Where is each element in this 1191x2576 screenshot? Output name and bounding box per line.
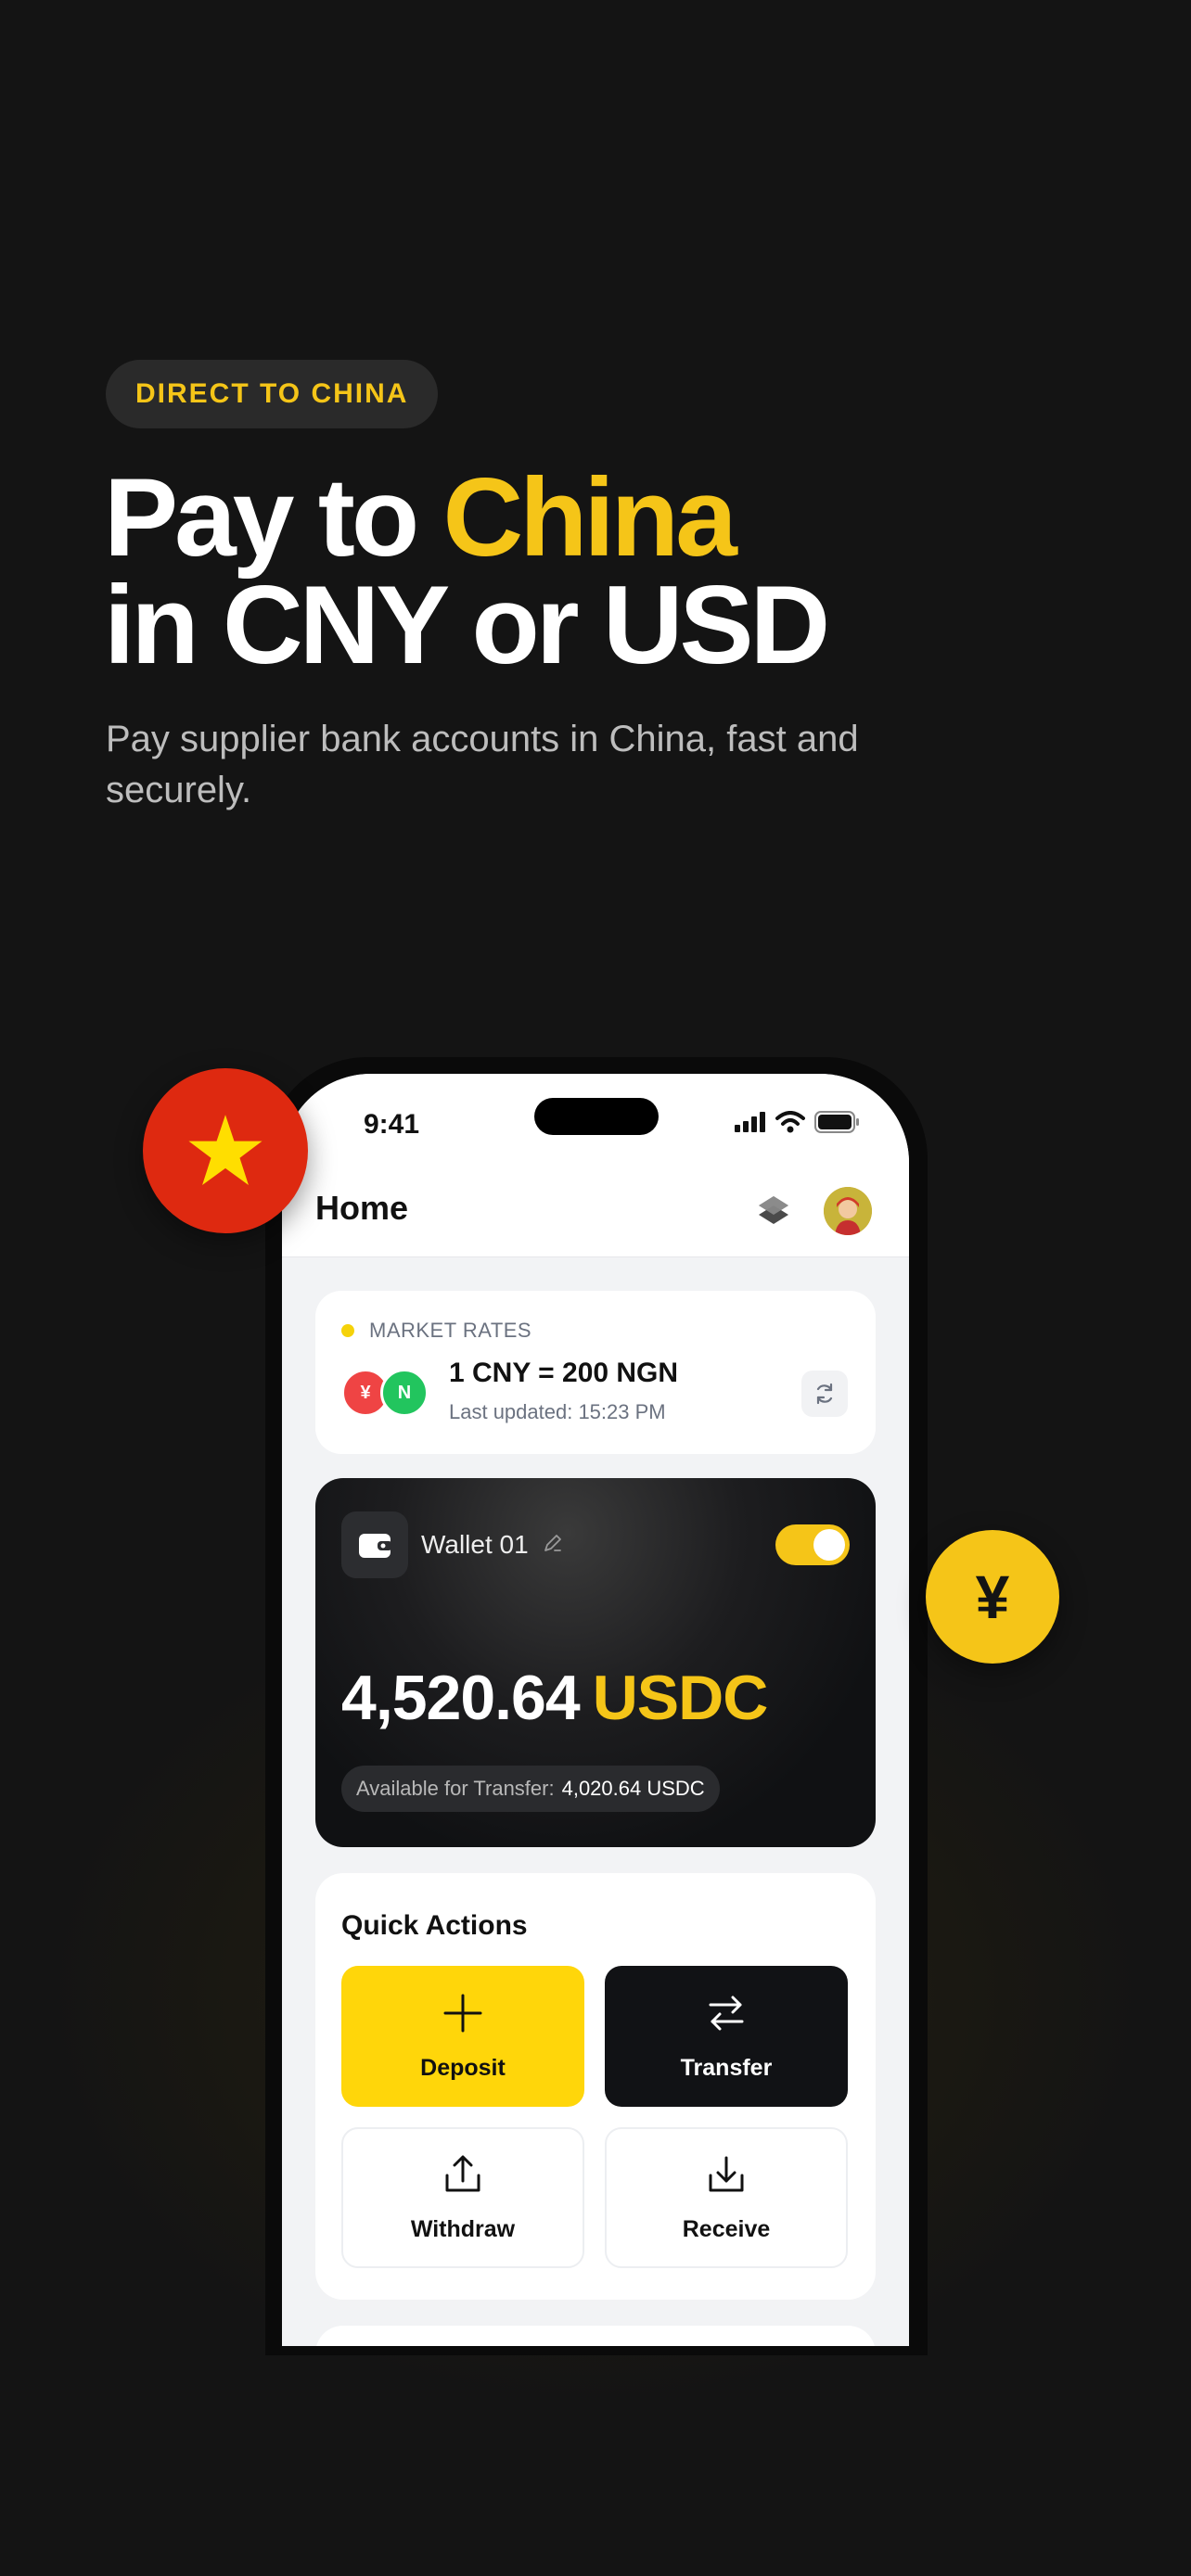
refresh-button[interactable]: [801, 1371, 848, 1417]
deposit-button[interactable]: Deposit: [341, 1966, 584, 2107]
edit-wallet-icon[interactable]: [542, 1532, 564, 1559]
headline: Pay to China in CNY or USD: [104, 462, 830, 687]
avatar-icon: [824, 1187, 872, 1235]
app-header: Home: [282, 1167, 909, 1257]
next-section-card: [315, 2326, 876, 2346]
subtitle: Pay supplier bank accounts in China, fas…: [106, 719, 859, 810]
transfer-arrows-icon: [709, 1996, 744, 2030]
quick-actions-card: Quick Actions Deposit Transfer Withdraw …: [315, 1873, 876, 2300]
deposit-label: Deposit: [420, 2054, 506, 2081]
available-label: Available for Transfer:: [356, 1777, 555, 1800]
wallet-toggle[interactable]: [775, 1524, 850, 1565]
transfer-button[interactable]: Transfer: [605, 1966, 848, 2107]
status-dot: [341, 1324, 354, 1337]
dynamic-island: [534, 1098, 659, 1135]
page-title: Home: [315, 1189, 409, 1227]
status-icons: [735, 1111, 861, 1133]
headline-accent: China: [442, 455, 736, 580]
available-balance: Available for Transfer: 4,020.64 USDC: [341, 1766, 720, 1812]
plus-icon: [443, 1994, 482, 2032]
status-time: 9:41: [364, 1109, 420, 1140]
upload-icon: [445, 2155, 480, 2191]
market-rates-card: MARKET RATES ¥ N 1 CNY = 200 NGN Last up…: [315, 1291, 876, 1454]
yen-coin-icon: ¥: [926, 1530, 1059, 1664]
last-updated: Last updated: 15:23 PM: [449, 1400, 666, 1423]
layers-button[interactable]: [753, 1191, 794, 1231]
wifi-icon: [775, 1111, 805, 1133]
download-icon: [709, 2156, 744, 2191]
status-bar: 9:41: [282, 1074, 909, 1167]
layers-icon: [759, 1196, 788, 1224]
toggle-knob: [813, 1529, 845, 1561]
yen-symbol: ¥: [975, 1562, 1010, 1631]
category-badge: DIRECT TO CHINA: [106, 360, 439, 428]
china-flag-icon: [143, 1068, 308, 1233]
transfer-label: Transfer: [680, 2054, 773, 2081]
star-icon: [188, 1115, 263, 1185]
receive-label: Receive: [682, 2215, 771, 2242]
quick-actions-title: Quick Actions: [341, 1910, 528, 1941]
receive-button[interactable]: Receive: [605, 2127, 848, 2268]
balance-amount: 4,520.64: [341, 1663, 581, 1733]
wallet-name: Wallet 01: [421, 1530, 529, 1559]
withdraw-label: Withdraw: [410, 2215, 516, 2242]
headline-text: Pay to: [104, 455, 443, 580]
avatar[interactable]: [824, 1187, 872, 1235]
battery-icon: [814, 1111, 859, 1133]
signal-icon: [735, 1112, 765, 1132]
phone-screen: 9:41 Home MARKET RATES ¥ N 1 CNY = 200 N…: [282, 1074, 909, 2346]
market-rates-label: MARKET RATES: [369, 1319, 532, 1342]
headline-line-1: Pay to China: [104, 462, 826, 573]
refresh-icon: [816, 1383, 833, 1405]
headline-line-2: in CNY or USD: [104, 563, 830, 687]
ngn-currency-icon: N: [380, 1369, 429, 1417]
wallet-balance: 4,520.64 USDC: [341, 1662, 769, 1734]
wallet-card[interactable]: Wallet 01 4,520.64 USDC Available for Tra…: [315, 1478, 876, 1847]
available-value: 4,020.64 USDC: [561, 1777, 705, 1800]
exchange-rate: 1 CNY = 200 NGN: [449, 1358, 679, 1388]
balance-currency: USDC: [592, 1663, 769, 1733]
withdraw-button[interactable]: Withdraw: [341, 2127, 584, 2268]
wallet-icon: [341, 1511, 408, 1578]
